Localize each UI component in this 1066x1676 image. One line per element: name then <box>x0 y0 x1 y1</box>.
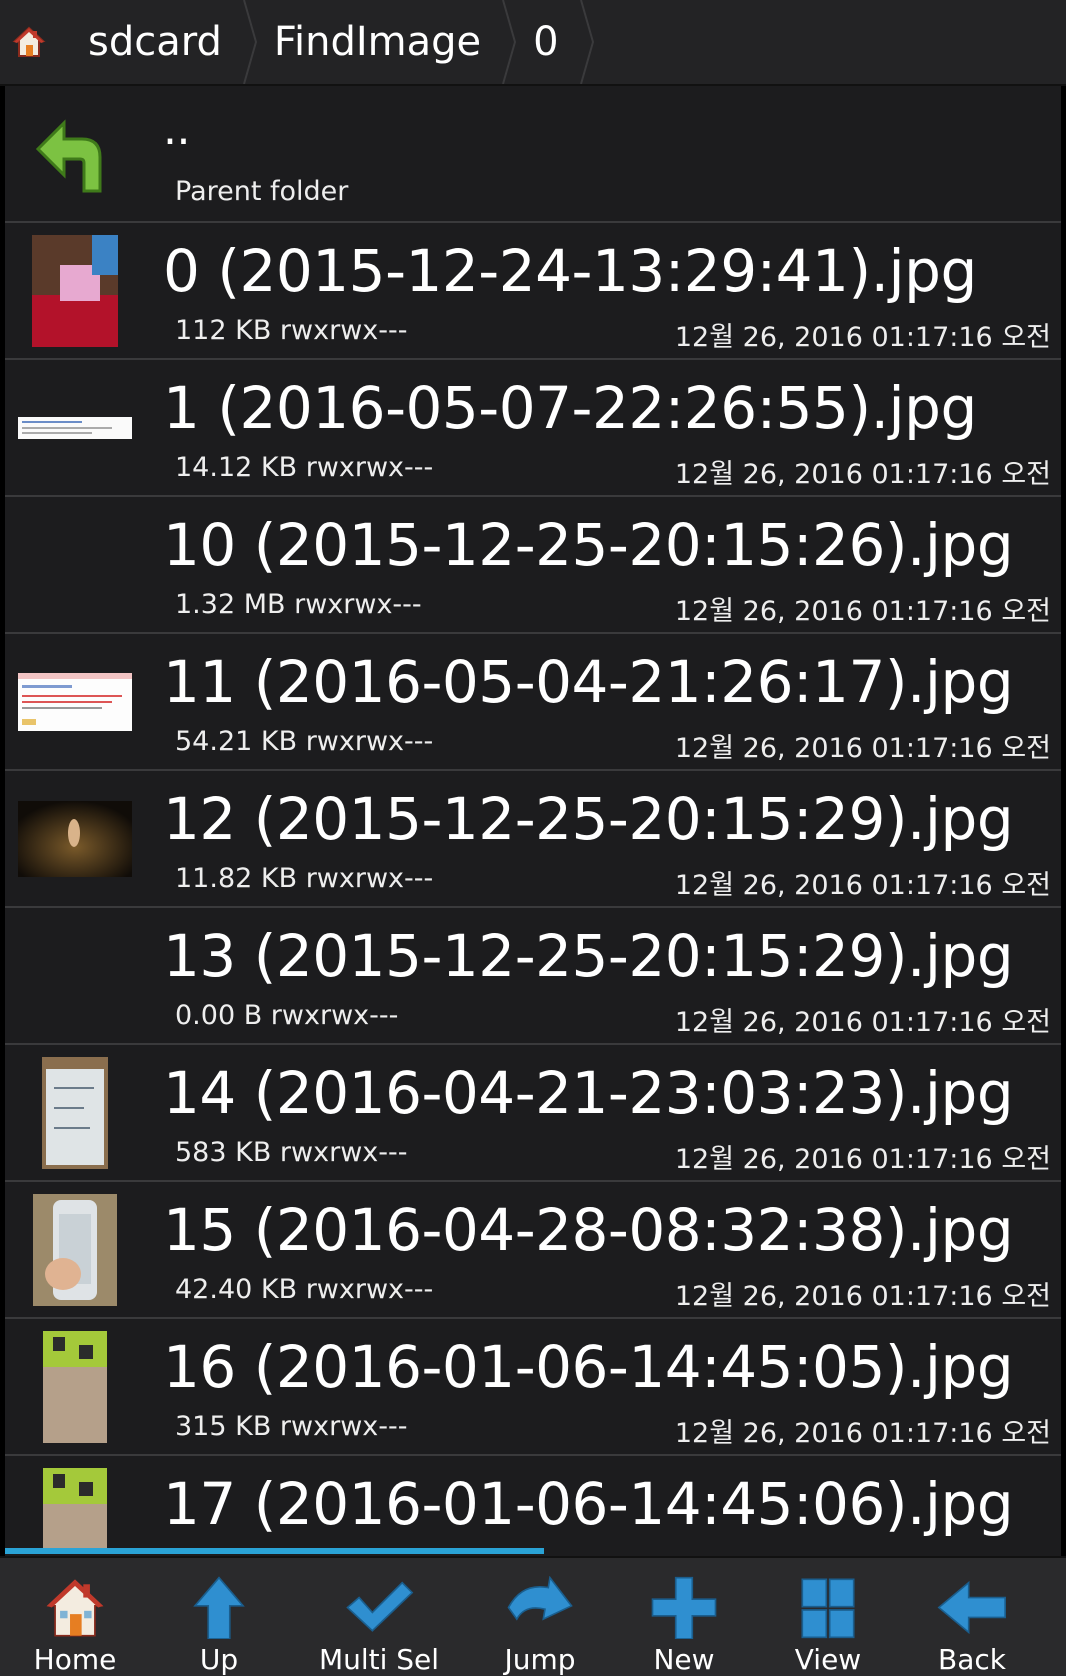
file-meta: 14.12 KB rwxrwx--- <box>175 452 434 483</box>
thumbnail <box>15 920 135 1032</box>
image-thumbnail <box>18 417 132 439</box>
file-name: 15 (2016-04-28-08:32:38).jpg <box>163 1196 1014 1264</box>
arrow-left-icon <box>937 1580 1006 1635</box>
image-thumbnail <box>43 1468 107 1554</box>
checkmark-icon <box>346 1581 414 1632</box>
breadcrumb-home[interactable] <box>0 0 58 84</box>
thumbnail <box>15 98 135 210</box>
image-thumbnail <box>42 1057 108 1169</box>
up-button[interactable]: Up <box>147 1558 291 1676</box>
file-date: 12월 26, 2016 01:17:16 오전 <box>674 1418 1051 1449</box>
file-date: 12월 26, 2016 01:17:16 오전 <box>674 1144 1051 1175</box>
file-date: 12월 26, 2016 01:17:16 오전 <box>674 733 1051 764</box>
view-button-label: View <box>794 1643 862 1676</box>
list-item[interactable]: 14 (2016-04-21-23:03:23).jpg 583 KB rwxr… <box>5 1045 1061 1182</box>
file-date: 12월 26, 2016 01:17:16 오전 <box>674 459 1051 490</box>
file-name: 11 (2016-05-04-21:26:17).jpg <box>163 648 1014 716</box>
file-meta: 54.21 KB rwxrwx--- <box>175 726 434 757</box>
thumbnail <box>15 372 135 484</box>
grid-view-icon <box>801 1578 855 1639</box>
file-name: 0 (2015-12-24-13:29:41).jpg <box>163 237 977 305</box>
file-name: .. <box>163 104 190 155</box>
file-date: 12월 26, 2016 01:17:16 오전 <box>674 1007 1051 1038</box>
new-button[interactable]: New <box>612 1558 756 1676</box>
file-meta: 583 KB rwxrwx--- <box>175 1137 408 1168</box>
new-button-label: New <box>653 1643 715 1676</box>
file-name: 10 (2015-12-25-20:15:26).jpg <box>163 511 1014 579</box>
thumbnail <box>15 1057 135 1169</box>
file-name: 13 (2015-12-25-20:15:29).jpg <box>163 922 1014 990</box>
breadcrumb-item-sdcard[interactable]: sdcard <box>58 0 257 84</box>
home-icon <box>12 26 46 57</box>
list-item[interactable]: 16 (2016-01-06-14:45:05).jpg 315 KB rwxr… <box>5 1319 1061 1456</box>
list-item[interactable]: 10 (2015-12-25-20:15:26).jpg 1.32 MB rwx… <box>5 497 1061 634</box>
file-list[interactable]: .. Parent folder 0 (2015-12-24-13:29:41)… <box>5 86 1061 1554</box>
list-item[interactable]: 13 (2015-12-25-20:15:29).jpg 0.00 B rwxr… <box>5 908 1061 1045</box>
bottom-toolbar: Home Up Multi Sel Jump New View Back <box>0 1556 1066 1676</box>
file-date: 12월 26, 2016 01:17:16 오전 <box>674 870 1051 901</box>
file-meta: 0.00 B rwxrwx--- <box>175 1000 399 1031</box>
file-date: 12월 26, 2016 01:17:16 오전 <box>674 596 1051 627</box>
multi-select-button-label: Multi Sel <box>318 1643 440 1676</box>
file-name: 17 (2016-01-06-14:45:06).jpg <box>163 1470 1014 1538</box>
arrow-up-icon <box>193 1576 245 1639</box>
list-item[interactable]: 12 (2015-12-25-20:15:29).jpg 11.82 KB rw… <box>5 771 1061 908</box>
file-meta: 315 KB rwxrwx--- <box>175 1411 408 1442</box>
file-name: 1 (2016-05-07-22:26:55).jpg <box>163 374 977 442</box>
view-button[interactable]: View <box>756 1558 900 1676</box>
thumbnail <box>15 1468 135 1554</box>
scroll-progress-bar <box>5 1548 544 1554</box>
multi-select-button[interactable]: Multi Sel <box>307 1558 451 1676</box>
list-item[interactable]: 17 (2016-01-06-14:45:06).jpg <box>5 1456 1061 1554</box>
image-thumbnail <box>43 1331 107 1443</box>
thumbnail <box>15 509 135 621</box>
list-item[interactable]: 0 (2015-12-24-13:29:41).jpg 112 KB rwxrw… <box>5 223 1061 360</box>
file-date: 12월 26, 2016 01:17:16 오전 <box>674 322 1051 353</box>
breadcrumb-label: FindImage <box>273 19 482 65</box>
thumbnail <box>15 235 135 347</box>
home-button-label: Home <box>33 1643 117 1676</box>
file-name: 14 (2016-04-21-23:03:23).jpg <box>163 1059 1014 1127</box>
up-arrow-icon <box>35 119 102 193</box>
file-meta: 112 KB rwxrwx--- <box>175 315 408 346</box>
list-item[interactable]: 1 (2016-05-07-22:26:55).jpg 14.12 KB rwx… <box>5 360 1061 497</box>
list-item[interactable]: 11 (2016-05-04-21:26:17).jpg 54.21 KB rw… <box>5 634 1061 771</box>
breadcrumb-item-0[interactable]: 0 <box>503 0 594 84</box>
back-button[interactable]: Back <box>900 1558 1044 1676</box>
breadcrumb-label: 0 <box>533 19 559 65</box>
thumbnail <box>15 783 135 895</box>
file-meta: 1.32 MB rwxrwx--- <box>175 589 422 620</box>
thumbnail <box>15 1194 135 1306</box>
image-thumbnail <box>32 235 118 347</box>
breadcrumb: sdcard FindImage 0 <box>0 0 1066 86</box>
breadcrumb-item-findimage[interactable]: FindImage <box>244 0 517 84</box>
file-name: 12 (2015-12-25-20:15:29).jpg <box>163 785 1014 853</box>
file-meta: 42.40 KB rwxrwx--- <box>175 1274 434 1305</box>
image-thumbnail <box>18 801 132 877</box>
file-date: 12월 26, 2016 01:17:16 오전 <box>674 1281 1051 1312</box>
thumbnail <box>15 646 135 758</box>
parent-folder-row[interactable]: .. Parent folder <box>5 86 1061 223</box>
file-name: 16 (2016-01-06-14:45:05).jpg <box>163 1333 1014 1401</box>
jump-button[interactable]: Jump <box>468 1558 612 1676</box>
parent-folder-label: Parent folder <box>175 176 349 207</box>
file-meta: 11.82 KB rwxrwx--- <box>175 863 434 894</box>
image-thumbnail <box>18 673 132 731</box>
jump-arrow-icon <box>507 1576 573 1621</box>
list-item[interactable]: 15 (2016-04-28-08:32:38).jpg 42.40 KB rw… <box>5 1182 1061 1319</box>
jump-button-label: Jump <box>504 1643 576 1676</box>
thumbnail <box>15 1331 135 1443</box>
chevron-right-icon <box>579 0 594 84</box>
plus-icon <box>651 1576 717 1639</box>
up-button-label: Up <box>199 1643 239 1676</box>
home-icon <box>46 1579 104 1637</box>
breadcrumb-label: sdcard <box>88 19 222 65</box>
back-button-label: Back <box>938 1643 1006 1676</box>
image-thumbnail <box>33 1194 117 1306</box>
home-button[interactable]: Home <box>3 1558 147 1676</box>
